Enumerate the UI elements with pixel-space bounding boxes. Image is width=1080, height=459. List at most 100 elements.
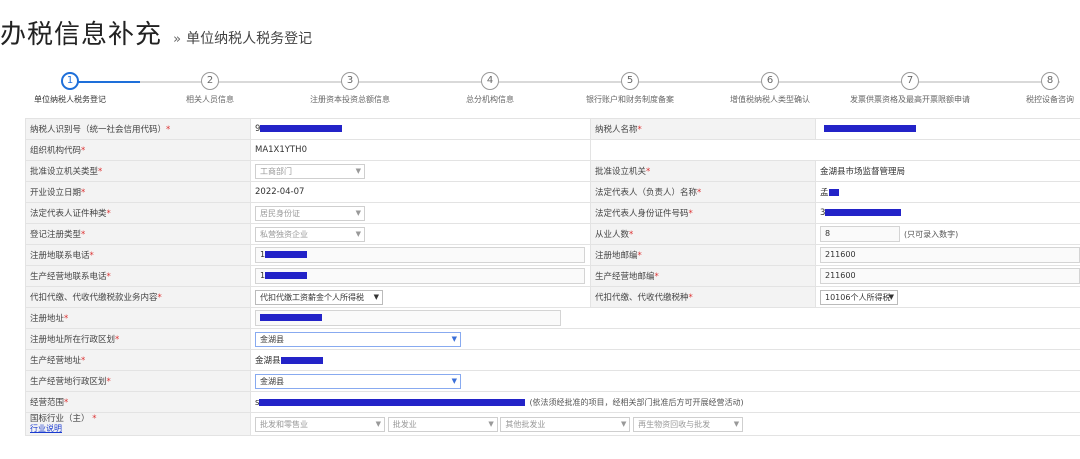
step-label: 单位纳税人税务登记: [34, 95, 106, 104]
employees-label: 从业人数*: [590, 223, 816, 245]
reg-address-cell: [250, 307, 1080, 329]
title-separator: »: [173, 32, 182, 47]
form-row: 法定代表人证件种类* 居民身份证 ▼ 法定代表人身份证件号码* 3: [25, 202, 1080, 224]
redacted-value: [828, 189, 839, 196]
scope-hint: (依法须经批准的项目，经相关部门批准后方可开展经营活动): [529, 397, 744, 407]
form-row: 纳税人识别号（统一社会信用代码）* 9 纳税人名称*: [25, 118, 1080, 140]
step-8[interactable]: 8 税控设备咨询: [985, 72, 1080, 105]
scope-label: 经营范围*: [25, 391, 251, 413]
reg-district-select[interactable]: 金湖县 ▼: [255, 331, 461, 347]
reg-phone-cell: 1: [250, 244, 591, 266]
step-label: 银行账户和财务制度备案: [586, 95, 674, 104]
redacted-value: [265, 251, 308, 258]
approval-org-label: 批准设立机关*: [590, 160, 816, 182]
step-label: 相关人员信息: [186, 95, 234, 104]
form-row: 登记注册类型* 私营独资企业 ▼ 从业人数* 8 (只可录入数字): [25, 223, 1080, 245]
legal-rep-id-type-select[interactable]: 居民身份证 ▼: [255, 205, 365, 221]
withholding-tax-select[interactable]: 10106个人所得税 ▼: [820, 289, 898, 305]
chevron-down-icon: ▼: [451, 376, 457, 385]
form-row: 开业设立日期* 2022-04-07 法定代表人（负责人）名称* 孟: [25, 181, 1080, 203]
approval-org-type-select[interactable]: 工商部门 ▼: [255, 163, 365, 179]
withholding-tax-label: 代扣代缴、代收代缴税种*: [590, 286, 816, 308]
reg-district-label: 注册地址所在行政区划*: [25, 328, 251, 350]
withholding-select[interactable]: 代扣代缴工资薪金个人所得税 ▼: [255, 289, 383, 305]
step-label: 注册资本投资总额信息: [310, 95, 390, 104]
step-number: 7: [901, 72, 919, 90]
chevron-down-icon: ▼: [355, 229, 361, 238]
step-1[interactable]: 1 单位纳税人税务登记: [5, 72, 135, 105]
industry-help-link[interactable]: 行业说明: [30, 424, 62, 433]
approval-org-value: 金湖县市场监督管理局: [815, 160, 1080, 182]
step-label: 税控设备咨询: [1026, 95, 1074, 104]
chevron-down-icon: ▼: [355, 166, 361, 175]
step-number: 5: [621, 72, 639, 90]
industry-select-1[interactable]: 批发和零售业 ▼: [255, 416, 385, 432]
page-header: 办税信息补充 » 单位纳税人税务登记: [0, 14, 312, 54]
step-number: 3: [341, 72, 359, 90]
withholding-label: 代扣代缴、代收代缴税款业务内容*: [25, 286, 251, 308]
step-5[interactable]: 5 银行账户和财务制度备案: [565, 72, 695, 105]
form-row: 代扣代缴、代收代缴税款业务内容* 代扣代缴工资薪金个人所得税 ▼ 代扣代缴、代收代…: [25, 286, 1080, 308]
taxpayer-id-field: 9: [250, 118, 591, 140]
redacted-value: [280, 357, 323, 364]
step-number: 1: [61, 72, 79, 90]
reg-district-cell: 金湖县 ▼: [250, 328, 1080, 350]
industry-select-2[interactable]: 批发业 ▼: [387, 416, 498, 432]
industry-select-4[interactable]: 再生物资回收与批发 ▼: [633, 416, 744, 432]
taxpayer-name-field: [815, 118, 1080, 140]
reg-type-select[interactable]: 私营独资企业 ▼: [255, 226, 365, 242]
step-label: 发票供票资格及最高开票限额申请: [850, 95, 970, 104]
reg-phone-input[interactable]: 1: [255, 247, 585, 263]
form-row: 生产经营地址* 金湖县: [25, 349, 1080, 371]
employees-cell: 8 (只可录入数字): [815, 223, 1080, 245]
biz-district-label: 生产经营地行政区划*: [25, 370, 251, 392]
industry-label: 国标行业（主） * 行业说明: [25, 412, 251, 436]
step-label: 增值税纳税人类型确认: [730, 95, 810, 104]
withholding-cell: 代扣代缴工资薪金个人所得税 ▼: [250, 286, 591, 308]
chevron-down-icon: ▼: [733, 419, 740, 428]
employees-input[interactable]: 8: [820, 226, 900, 242]
legal-rep-id-no-label: 法定代表人身份证件号码*: [590, 202, 816, 224]
reg-type-cell: 私营独资企业 ▼: [250, 223, 591, 245]
biz-phone-input[interactable]: 1: [255, 268, 585, 284]
org-code-value: MA1X1YTH0: [250, 139, 591, 161]
step-2[interactable]: 2 相关人员信息: [145, 72, 275, 105]
step-number: 2: [201, 72, 219, 90]
chevron-down-icon: ▼: [488, 419, 494, 428]
redacted-value: [825, 209, 902, 216]
empty-cell: [590, 139, 1080, 161]
taxpayer-name-label: 纳税人名称*: [590, 118, 816, 140]
legal-rep-id-type-label: 法定代表人证件种类*: [25, 202, 251, 224]
reg-postcode-label: 注册地邮编*: [590, 244, 816, 266]
industry-select-3[interactable]: 其他批发业 ▼: [500, 416, 631, 432]
form-row: 注册地址所在行政区划* 金湖县 ▼: [25, 328, 1080, 350]
reg-address-input[interactable]: [255, 310, 561, 326]
step-6[interactable]: 6 增值税纳税人类型确认: [705, 72, 835, 105]
registration-form: 纳税人识别号（统一社会信用代码）* 9 纳税人名称* 组织机构代码* MA1X1…: [25, 118, 1080, 436]
step-number: 8: [1041, 72, 1059, 90]
biz-district-select[interactable]: 金湖县 ▼: [255, 373, 461, 389]
scope-cell: s (依法须经批准的项目，经相关部门批准后方可开展经营活动): [250, 391, 1080, 413]
form-row: 生产经营地联系电话* 1 生产经营地邮编* 211600: [25, 265, 1080, 287]
form-row: 注册地联系电话* 1 注册地邮编* 211600: [25, 244, 1080, 266]
form-row: 经营范围* s (依法须经批准的项目，经相关部门批准后方可开展经营活动): [25, 391, 1080, 413]
biz-district-cell: 金湖县 ▼: [250, 370, 1080, 392]
form-row: 批准设立机关类型* 工商部门 ▼ 批准设立机关* 金湖县市场监督管理局: [25, 160, 1080, 182]
org-code-label: 组织机构代码*: [25, 139, 251, 161]
employees-hint: (只可录入数字): [904, 229, 959, 239]
industry-cell: 批发和零售业 ▼ 批发业 ▼ 其他批发业 ▼ 再生物资回收与批发 ▼: [250, 412, 1080, 436]
page-subtitle: 单位纳税人税务登记: [186, 31, 313, 47]
form-row: 国标行业（主） * 行业说明 批发和零售业 ▼ 批发业 ▼ 其他批发业 ▼ 再生物资回收…: [25, 412, 1080, 436]
approval-org-type-cell: 工商部门 ▼: [250, 160, 591, 182]
biz-phone-cell: 1: [250, 265, 591, 287]
approval-org-type-label: 批准设立机关类型*: [25, 160, 251, 182]
step-label: 总分机构信息: [466, 95, 514, 104]
step-progress: 1 单位纳税人税务登记 2 相关人员信息 3 注册资本投资总额信息 4 总分机构…: [0, 72, 1080, 112]
step-7[interactable]: 7 发票供票资格及最高开票限额申请: [845, 72, 975, 105]
step-4[interactable]: 4 总分机构信息: [425, 72, 555, 105]
step-3[interactable]: 3 注册资本投资总额信息: [285, 72, 415, 105]
reg-postcode-input[interactable]: 211600: [820, 247, 1080, 263]
biz-postcode-cell: 211600: [815, 265, 1080, 287]
biz-postcode-input[interactable]: 211600: [820, 268, 1080, 284]
biz-address-label: 生产经营地址*: [25, 349, 251, 371]
